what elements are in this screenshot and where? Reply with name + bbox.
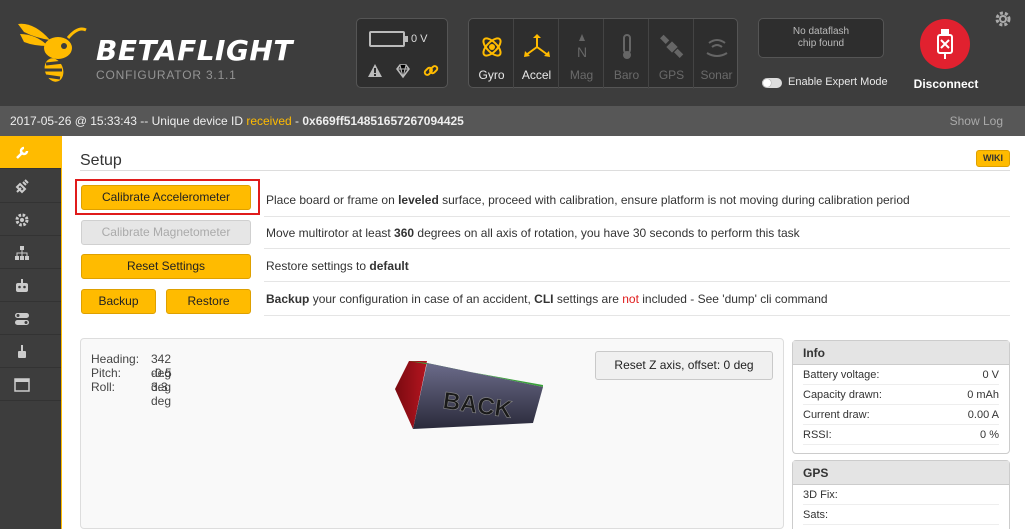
info-panel: Info Battery voltage: 0 V Capacity drawn:… <box>792 340 1010 454</box>
backup-button[interactable]: Backup <box>81 289 156 314</box>
reset-settings-button[interactable]: Reset Settings <box>81 254 251 279</box>
battery-voltage: 0 V <box>411 33 428 45</box>
roll-value: 3.3 deg <box>151 380 172 408</box>
motor-icon <box>18 345 26 358</box>
sensor-label: Sonar <box>700 68 733 82</box>
row-divider <box>264 248 1010 249</box>
battery-status: 0 V <box>356 18 448 88</box>
calibrate-accelerometer-button[interactable]: Calibrate Accelerometer <box>81 185 251 210</box>
usb-disconnect-icon <box>937 29 953 59</box>
betaflight-logo: BETAFLIGHT CONFIGURATOR 3.1.1 <box>14 18 292 88</box>
log-device-id: 0x669ff514851657267094425 <box>302 114 464 128</box>
info-row: RSSI: 0 % <box>803 425 999 445</box>
gps-row: Sats: <box>803 505 999 525</box>
sensor-accel: Accel <box>514 19 559 89</box>
sensor-baro: Baro <box>604 19 649 89</box>
mag-icon: N <box>577 34 587 60</box>
calibrate-accelerometer-description: Place board or frame on leveled surface,… <box>266 193 910 207</box>
disconnect-button[interactable] <box>920 19 970 69</box>
gps-row: 3D Fix: <box>803 485 999 505</box>
brand-name: BETAFLIGHT <box>96 34 293 67</box>
gps-icon <box>660 34 684 58</box>
sensor-status-panel: Gyro Accel N Mag Baro GPS Sonar <box>468 18 739 89</box>
nav-modes[interactable] <box>0 302 61 335</box>
sensor-sonar: Sonar <box>694 19 739 89</box>
sidebar-nav <box>0 136 62 529</box>
sensor-label: Accel <box>521 68 552 82</box>
restore-button[interactable]: Restore <box>166 289 251 314</box>
row-divider <box>264 216 1010 217</box>
log-dash: - <box>291 114 303 128</box>
sensor-gyro: Gyro <box>469 19 514 89</box>
bee-logo-icon <box>18 23 87 82</box>
heading-label: Heading: <box>91 352 140 366</box>
model-3d-area: Heading: 342 deg Pitch: -0.5 deg Roll: 3.3 … <box>80 338 784 529</box>
log-received: received <box>246 114 292 128</box>
sensor-label: Mag <box>569 68 594 82</box>
log-prefix: 2017-05-26 @ 15:33:43 -- Unique device I… <box>10 114 247 128</box>
link-icon <box>423 65 439 76</box>
gear-icon <box>15 213 29 227</box>
setup-tab-content: Setup WIKI Calibrate Accelerometer Place… <box>64 136 1025 529</box>
svg-text:N: N <box>577 44 587 60</box>
title-divider <box>80 170 1010 171</box>
sensor-label: Gyro <box>478 68 505 82</box>
row-divider <box>264 281 1010 282</box>
roll-label: Roll: <box>91 380 116 394</box>
calibrate-magnetometer-button[interactable]: Calibrate Magnetometer <box>81 220 251 245</box>
page-title: Setup <box>80 152 122 169</box>
nav-power[interactable] <box>0 236 61 269</box>
status-log-bar: 2017-05-26 @ 15:33:43 -- Unique device I… <box>0 106 1025 136</box>
baro-icon <box>623 34 631 59</box>
nav-ports[interactable] <box>0 170 61 203</box>
show-log-link[interactable]: Show Log <box>950 114 1003 128</box>
backup-description: Backup your configuration in case of an … <box>266 292 828 306</box>
settings-gear-icon[interactable] <box>994 10 1012 28</box>
wiki-button[interactable]: WIKI <box>976 150 1010 167</box>
sensor-mag: N Mag <box>559 19 604 89</box>
dataflash-status: No dataflash chip found <box>758 18 884 58</box>
sonar-icon <box>706 39 728 57</box>
expert-mode-label: Enable Expert Mode <box>788 76 888 88</box>
expert-mode-toggle[interactable] <box>762 78 782 88</box>
diamond-icon <box>396 64 410 79</box>
accel-icon <box>524 34 550 57</box>
sensor-gps: GPS <box>649 19 694 89</box>
pitch-label: Pitch: <box>91 366 122 380</box>
sensor-label: GPS <box>658 68 685 82</box>
toggle-icon <box>15 313 29 325</box>
nav-setup[interactable] <box>0 136 61 169</box>
wrench-icon <box>16 146 29 159</box>
disconnect-label[interactable]: Disconnect <box>906 77 986 91</box>
battery-icon <box>369 31 408 47</box>
dataflash-line1: No dataflash <box>792 26 850 37</box>
info-row: Capacity drawn: 0 mAh <box>803 385 999 405</box>
nav-configuration[interactable] <box>0 203 61 236</box>
info-row: Battery voltage: 0 V <box>803 365 999 385</box>
info-panel-title: Info <box>793 341 1009 365</box>
plug-icon <box>15 179 29 194</box>
gyro-icon <box>482 37 502 57</box>
calibrate-magnetometer-description: Move multirotor at least 360 degrees on … <box>266 226 800 240</box>
terminal-icon <box>14 378 30 392</box>
log-message: 2017-05-26 @ 15:33:43 -- Unique device I… <box>10 114 464 128</box>
sensor-label: Baro <box>613 68 640 82</box>
robot-icon <box>16 279 28 292</box>
top-header: BETAFLIGHT CONFIGURATOR 3.1.1 0 V Gyro A… <box>0 0 1025 106</box>
reset-z-axis-button[interactable]: Reset Z axis, offset: 0 deg <box>595 351 773 380</box>
warning-icon <box>368 64 382 77</box>
nav-motors[interactable] <box>0 335 61 368</box>
configurator-version: CONFIGURATOR 3.1.1 <box>96 68 237 82</box>
gps-panel: GPS 3D Fix: Sats: <box>792 460 1010 529</box>
dataflash-line2: chip found <box>797 38 845 49</box>
craft-model: BACK <box>395 361 543 429</box>
row-divider <box>264 315 1010 316</box>
network-icon <box>15 246 29 260</box>
gps-panel-title: GPS <box>793 461 1009 485</box>
reset-settings-description: Restore settings to default <box>266 259 409 273</box>
info-row: Current draw: 0.00 A <box>803 405 999 425</box>
nav-cli[interactable] <box>0 368 61 401</box>
nav-receiver[interactable] <box>0 269 61 302</box>
